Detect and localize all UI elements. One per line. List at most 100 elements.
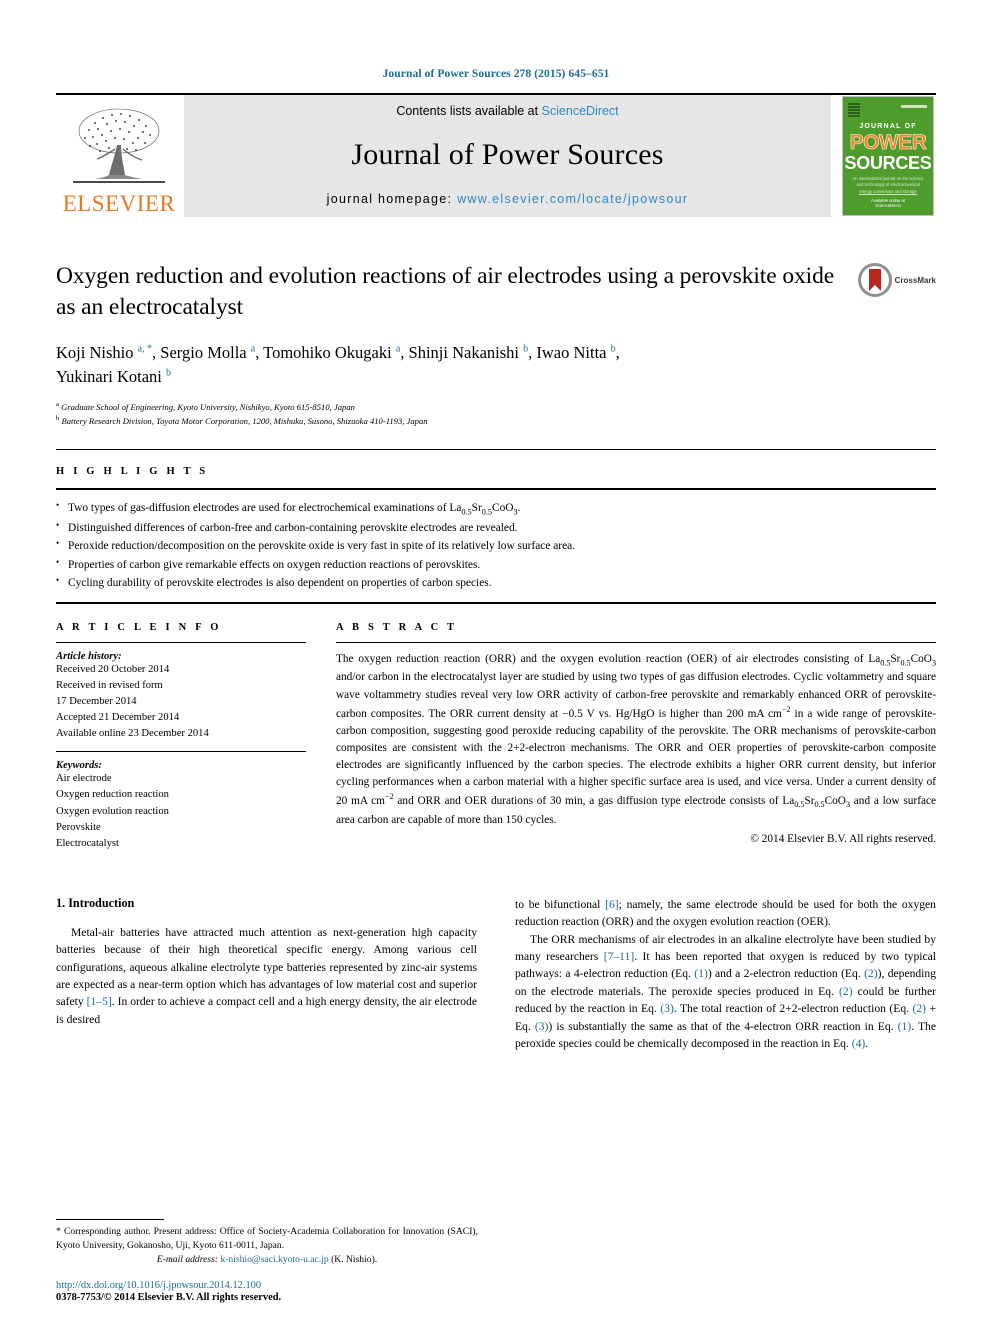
footnote-rule xyxy=(56,1218,164,1220)
keyword-item: Perovskite xyxy=(56,821,101,833)
citation-link-1-5[interactable]: [1–5] xyxy=(87,995,112,1008)
equation-link-3[interactable]: (3) xyxy=(660,1002,674,1015)
affiliation-text: Graduate School of Engineering, Kyoto Un… xyxy=(61,401,355,412)
body-column-left: 1. Introduction Metal-air batteries have… xyxy=(56,896,477,1053)
article-history-item: Available online 23 December 2014 xyxy=(56,728,209,740)
author-affil-mark: a xyxy=(250,343,256,355)
affiliation-item: b Battery Research Division, Toyota Moto… xyxy=(56,414,836,428)
article-info-column: A R T I C L E I N F O Article history: R… xyxy=(56,622,306,852)
article-history-item: Received in revised form xyxy=(56,679,163,691)
author-list: Koji Nishio a, *, Sergio Molla a, Tomohi… xyxy=(56,343,620,387)
abstract-heading: A B S T R A C T xyxy=(336,621,458,633)
footnote-email-line: E-mail address: k-nishio@saci.kyoto-u.ac… xyxy=(56,1254,478,1265)
cover-subtitle: An international journal on the science … xyxy=(852,176,924,194)
cover-footer-text: Available online at ScienceDirect xyxy=(859,194,917,208)
equation-link-2[interactable]: (2) xyxy=(839,985,853,998)
cover-power-text: POWER xyxy=(849,131,927,155)
author-entry: Shinji Nakanishi b xyxy=(408,343,529,363)
affiliation-item: a Graduate School of Engineering, Kyoto … xyxy=(56,400,836,414)
elsevier-tree-icon xyxy=(73,108,165,183)
journal-title: Journal of Power Sources xyxy=(351,138,664,171)
crossmark-icon xyxy=(857,263,892,297)
highlights-heading: H I G H L I G H T S xyxy=(56,466,209,478)
highlight-item: Properties of carbon give remarkable eff… xyxy=(56,555,936,574)
equation-link-1[interactable]: (1) xyxy=(694,967,708,980)
author-affil-mark: a xyxy=(395,343,401,355)
info-abstract-row: A R T I C L E I N F O Article history: R… xyxy=(56,622,936,852)
email-suffix: (K. Nishio). xyxy=(331,1254,378,1265)
article-history-label: Article history: xyxy=(56,650,122,662)
abstract-column: A B S T R A C T The oxygen reduction rea… xyxy=(336,622,936,852)
keyword-item: Oxygen reduction reaction xyxy=(56,789,169,801)
contents-prefix: Contents lists available at xyxy=(396,104,542,118)
equation-link-3[interactable]: (3) xyxy=(535,1020,549,1033)
keywords-divider xyxy=(56,751,306,753)
elsevier-wordmark: ELSEVIER xyxy=(62,191,176,216)
keywords-label: Keywords: xyxy=(56,760,102,772)
page-footer: http://dx.doi.org/10.1016/j.jpowsour.201… xyxy=(56,1280,516,1303)
highlights-box: Two types of gas-diffusion electrodes ar… xyxy=(56,488,936,604)
author-entry: Iwao Nitta b xyxy=(536,343,616,363)
abstract-text: The oxygen reduction reaction (ORR) and … xyxy=(336,652,936,826)
article-info-divider xyxy=(56,641,306,643)
highlight-item: Distinguished differences of carbon-free… xyxy=(56,518,936,537)
corresponding-author-email-link[interactable]: k-nishio@saci.kyoto-u.ac.jp xyxy=(220,1254,328,1265)
equation-link-1[interactable]: (1) xyxy=(898,1020,912,1033)
issn-copyright-line: 0378-7753/© 2014 Elsevier B.V. All right… xyxy=(56,1292,282,1303)
email-address-label: E-mail address: xyxy=(156,1254,219,1265)
body-columns: 1. Introduction Metal-air batteries have… xyxy=(56,896,936,1053)
author-affil-mark: a, * xyxy=(137,343,153,355)
footnote-text: * Corresponding author. Present address:… xyxy=(56,1225,478,1251)
highlight-item: Peroxide reduction/decomposition on the … xyxy=(56,536,936,555)
author-entry: Tomohiko Okugaki a xyxy=(263,343,401,363)
journal-masthead: ELSEVIER Contents lists available at Sci… xyxy=(56,93,936,217)
journal-banner: Contents lists available at ScienceDirec… xyxy=(184,95,831,217)
journal-homepage-line: journal homepage: www.elsevier.com/locat… xyxy=(327,192,689,206)
author-affil-mark: b xyxy=(610,343,616,355)
elsevier-logo: ELSEVIER xyxy=(56,95,182,217)
body-column-right: to be bifunctional [6]; namely, the same… xyxy=(515,896,936,1053)
intro-paragraph-right-1: to be bifunctional [6]; namely, the same… xyxy=(515,897,936,929)
title-block: CrossMark Oxygen reduction and evolution… xyxy=(56,261,936,427)
author-entry: Sergio Molla a xyxy=(160,343,256,363)
affiliation-list: a Graduate School of Engineering, Kyoto … xyxy=(56,400,836,428)
cover-art: JOURNAL OF POWER SOURCES An internationa… xyxy=(842,96,934,216)
citation-link-7-11[interactable]: [7–11] xyxy=(604,950,634,963)
cover-top-rule xyxy=(901,105,927,108)
author-affil-mark: b xyxy=(165,367,171,379)
cover-journal-of-text: JOURNAL OF xyxy=(859,123,917,130)
cover-elsevier-icon xyxy=(848,103,860,117)
crossmark-label: CrossMark xyxy=(894,275,936,285)
crossmark-badge[interactable]: CrossMark xyxy=(857,263,936,297)
article-info-heading: A R T I C L E I N F O xyxy=(56,621,222,633)
section-heading-introduction: 1. Introduction xyxy=(56,895,135,910)
equation-link-4[interactable]: (4) xyxy=(852,1037,866,1050)
page-title: Oxygen reduction and evolution reactions… xyxy=(56,263,835,320)
title-divider xyxy=(56,449,936,451)
article-history-item: Received 20 October 2014 xyxy=(56,663,170,675)
sciencedirect-link[interactable]: ScienceDirect xyxy=(542,104,619,118)
article-history-item: 17 December 2014 xyxy=(56,696,137,708)
doi-link[interactable]: http://dx.doi.org/10.1016/j.jpowsour.201… xyxy=(56,1280,261,1291)
corresponding-author-footnote: * Corresponding author. Present address:… xyxy=(56,1218,478,1265)
keyword-item: Oxygen evolution reaction xyxy=(56,805,169,817)
citation-link-6[interactable]: [6] xyxy=(605,898,619,911)
intro-paragraph-left: Metal-air batteries have attracted much … xyxy=(56,925,477,1026)
keyword-item: Electrocatalyst xyxy=(56,837,119,849)
article-history-item: Accepted 21 December 2014 xyxy=(56,712,180,724)
contents-available-line: Contents lists available at ScienceDirec… xyxy=(396,104,618,118)
cover-sources-text: SOURCES xyxy=(844,153,932,173)
doi-link-line: http://dx.doi.org/10.1016/j.jpowsour.201… xyxy=(56,1280,516,1291)
keyword-item: Air electrode xyxy=(56,773,112,785)
journal-homepage-link[interactable]: www.elsevier.com/locate/jpowsour xyxy=(457,192,688,206)
paper-page: Journal of Power Sources 278 (2015) 645–… xyxy=(0,0,992,1323)
abstract-copyright: © 2014 Elsevier B.V. All rights reserved… xyxy=(750,832,936,845)
author-affil-mark: b xyxy=(523,343,529,355)
journal-cover-thumbnail: JOURNAL OF POWER SOURCES An internationa… xyxy=(840,95,936,217)
affiliation-mark: a xyxy=(56,400,59,408)
affiliation-mark: b xyxy=(56,414,60,422)
equation-link-2[interactable]: (2) xyxy=(912,1002,926,1015)
equation-link-2[interactable]: (2) xyxy=(864,967,878,980)
running-head: Journal of Power Sources 278 (2015) 645–… xyxy=(382,68,610,80)
author-entry: Koji Nishio a, * xyxy=(56,343,153,363)
